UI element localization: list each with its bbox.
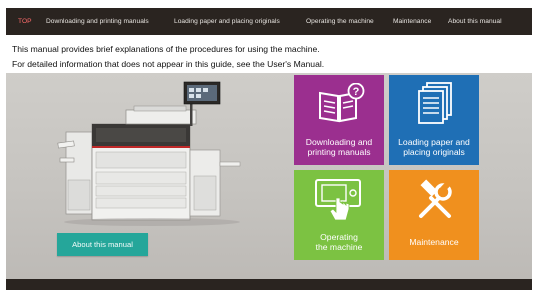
tile-loading-paper[interactable]: Loading paper and placing originals bbox=[389, 75, 479, 165]
nav-item-loading[interactable]: Loading paper and placing originals bbox=[174, 18, 280, 26]
tile-downloading-manuals[interactable]: ? Downloading and printing manuals bbox=[294, 75, 384, 165]
touch-panel-icon bbox=[315, 179, 361, 221]
tile-loading-label-1: Loading paper and bbox=[398, 137, 470, 147]
nav-item-about[interactable]: About this manual bbox=[448, 18, 502, 26]
machine-illustration bbox=[57, 81, 241, 226]
nav-item-operating[interactable]: Operating the machine bbox=[306, 18, 374, 26]
tile-maintenance[interactable]: Maintenance bbox=[389, 170, 479, 260]
nav-item-downloading[interactable]: Downloading and printing manuals bbox=[46, 18, 149, 26]
footer-bar bbox=[6, 279, 532, 290]
tile-loading-label-2: placing originals bbox=[403, 147, 465, 157]
book-question-icon: ? bbox=[319, 83, 365, 123]
about-this-manual-button[interactable]: About this manual bbox=[57, 233, 148, 256]
svg-text:?: ? bbox=[353, 86, 360, 98]
nav-item-maintenance[interactable]: Maintenance bbox=[393, 18, 431, 26]
tile-maintenance-label: Maintenance bbox=[409, 237, 459, 247]
intro-section: This manual provides brief explanations … bbox=[6, 35, 532, 73]
tile-operating-label-2: the machine bbox=[315, 242, 363, 252]
intro-line-1: This manual provides brief explanations … bbox=[12, 44, 320, 54]
paper-stack-icon bbox=[418, 82, 452, 124]
tile-operating-machine[interactable]: Operating the machine bbox=[294, 170, 384, 260]
nav-item-top[interactable]: TOP bbox=[18, 18, 32, 26]
tile-downloading-label-1: Downloading and bbox=[305, 137, 373, 147]
intro-line-2: For detailed information that does not a… bbox=[12, 59, 325, 69]
tile-operating-label-1: Operating bbox=[320, 232, 358, 242]
tile-downloading-label-2: printing manuals bbox=[307, 147, 371, 157]
tools-icon bbox=[419, 179, 452, 218]
